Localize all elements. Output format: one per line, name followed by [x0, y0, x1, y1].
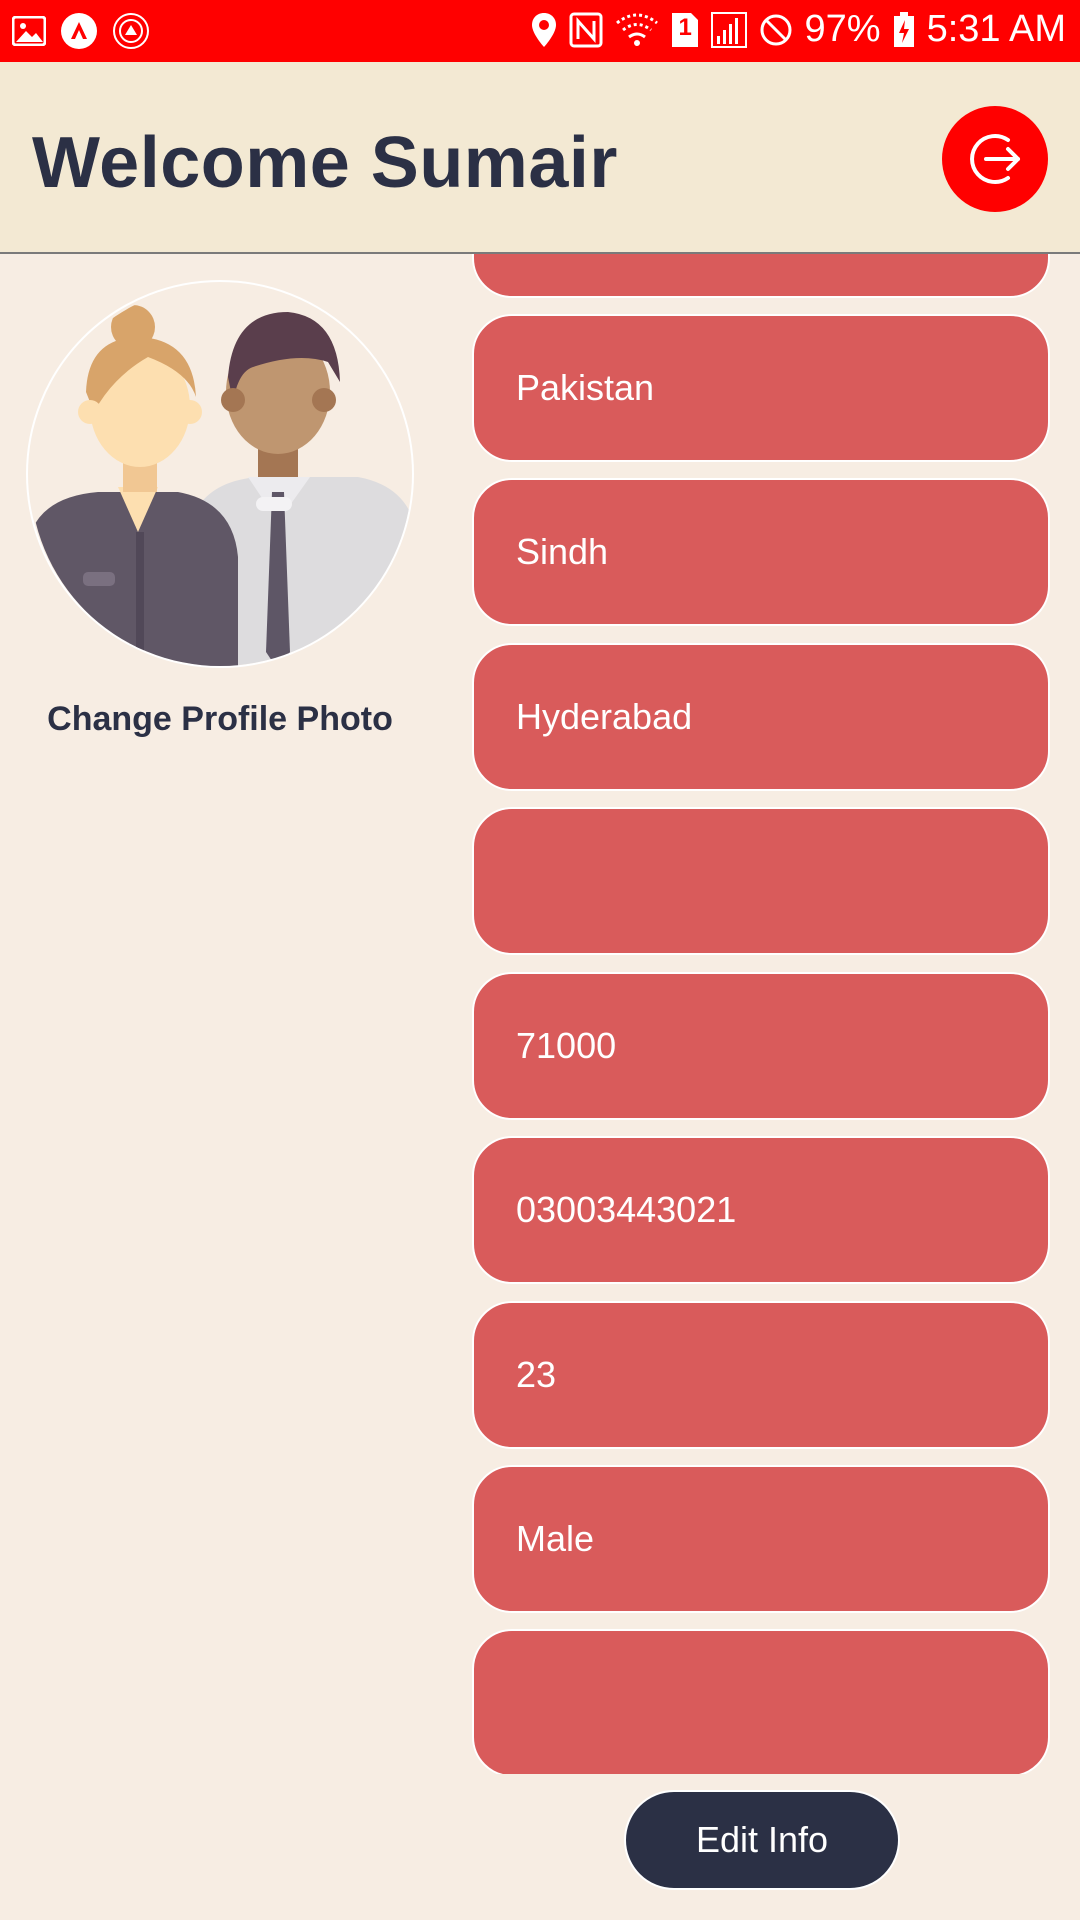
- profile-field-age[interactable]: 23: [472, 1301, 1050, 1449]
- app-header: Welcome Sumair: [0, 62, 1080, 254]
- badge-notification-icon: [112, 12, 150, 50]
- status-bar: 1 97% 5:31 AM: [0, 0, 1080, 62]
- app-a-notification-icon: [60, 12, 98, 50]
- clock: 5:31 AM: [926, 8, 1066, 50]
- profile-field-postal-code[interactable]: 71000: [472, 972, 1050, 1120]
- profile-field-empty[interactable]: [472, 1629, 1050, 1774]
- users-illustration-icon: [30, 305, 412, 666]
- wifi-icon: [615, 13, 659, 47]
- profile-field-country[interactable]: Pakistan: [472, 314, 1050, 462]
- profile-field-city[interactable]: Hyderabad: [472, 643, 1050, 791]
- profile-field-phone[interactable]: 03003443021: [472, 1136, 1050, 1284]
- sim-slot-number: 1: [678, 13, 692, 41]
- profile-field-gender[interactable]: Male: [472, 1465, 1050, 1613]
- location-icon: [531, 12, 557, 48]
- profile-fields-list[interactable]: Pakistan Sindh Hyderabad 71000 030034430…: [472, 254, 1050, 1774]
- sim-slot-icon: 1: [671, 12, 699, 48]
- profile-field-province[interactable]: Sindh: [472, 478, 1050, 626]
- profile-field-top-partial[interactable]: [472, 254, 1050, 298]
- profile-field-address[interactable]: [472, 807, 1050, 955]
- battery-charging-icon: [893, 11, 915, 48]
- do-not-disturb-icon: [759, 13, 793, 47]
- change-profile-photo-link[interactable]: Change Profile Photo: [0, 700, 440, 739]
- signal-icon: [710, 11, 747, 48]
- nfc-icon: [569, 12, 603, 48]
- profile-avatar[interactable]: [26, 280, 414, 668]
- logout-icon: [964, 128, 1026, 190]
- page-title: Welcome Sumair: [32, 123, 618, 203]
- edit-info-button[interactable]: Edit Info: [624, 1790, 900, 1890]
- gallery-notification-icon: [12, 16, 46, 46]
- logout-button[interactable]: [942, 106, 1048, 212]
- battery-percentage: 97%: [804, 8, 881, 50]
